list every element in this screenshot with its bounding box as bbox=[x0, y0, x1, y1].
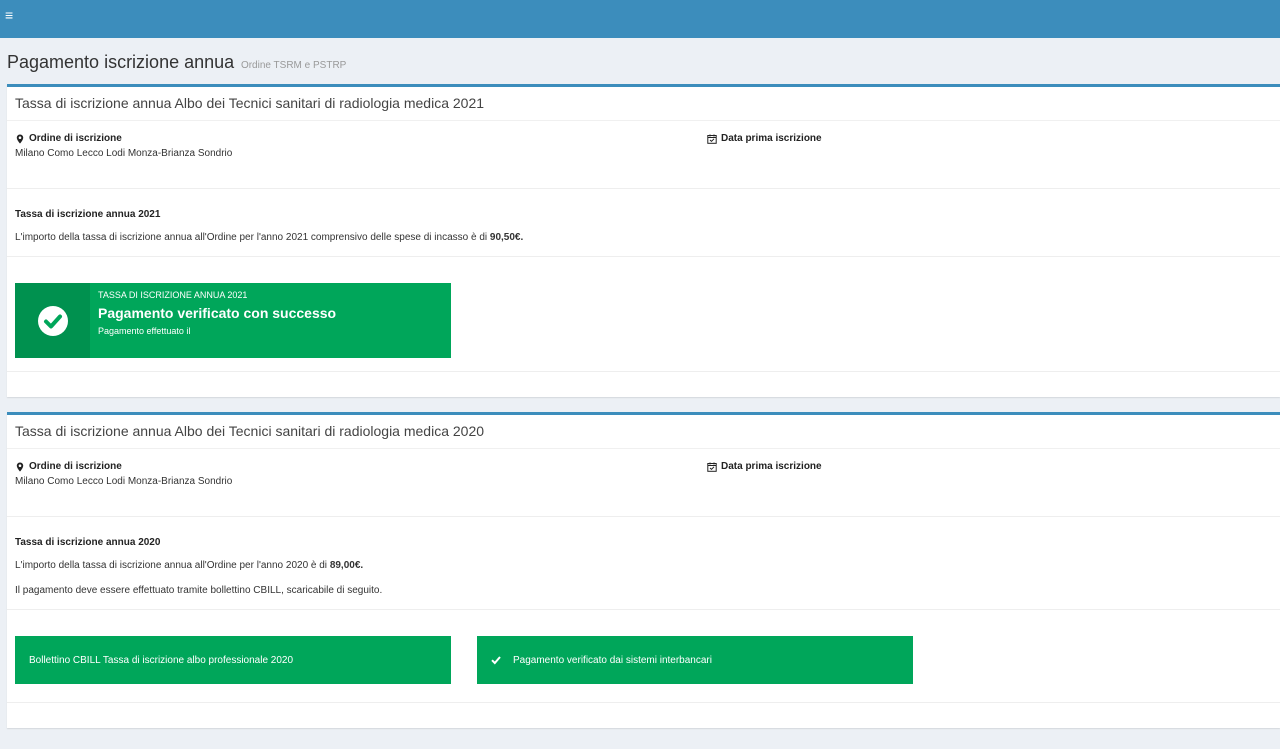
fee-instructions: Il pagamento deve essere effettuato tram… bbox=[15, 585, 383, 596]
success-text: TASSA DI ISCRIZIONE ANNUA 2021 Pagamento… bbox=[90, 283, 336, 358]
data-iscrizione-column: Data prima iscrizione bbox=[707, 133, 822, 144]
cbill-download-button[interactable]: Bollettino CBILL Tassa di iscrizione alb… bbox=[15, 636, 451, 684]
success-caption: TASSA DI ISCRIZIONE ANNUA 2021 bbox=[98, 290, 248, 300]
success-title: Pagamento verificato con successo bbox=[98, 305, 337, 321]
page-subtitle: Ordine TSRM e PSTRP bbox=[240, 60, 347, 71]
data-iscrizione-label: Data prima iscrizione bbox=[707, 461, 822, 472]
box-title: Tassa di iscrizione annua Albo dei Tecni… bbox=[7, 87, 1280, 121]
check-circle-icon bbox=[37, 305, 68, 336]
fee-description: L'importo della tassa di iscrizione annu… bbox=[15, 560, 1272, 571]
fee-description: L'importo della tassa di iscrizione annu… bbox=[15, 232, 1272, 243]
registration-info-row: Ordine di iscrizione Milano Como Lecco L… bbox=[7, 449, 1280, 517]
ordine-column: Ordine di iscrizione Milano Como Lecco L… bbox=[15, 133, 232, 159]
divider bbox=[7, 371, 1280, 372]
ordine-label: Ordine di iscrizione bbox=[15, 461, 232, 472]
fee-text-prefix: L'importo della tassa di iscrizione annu… bbox=[15, 560, 330, 571]
data-iscrizione-label-text: Data prima iscrizione bbox=[721, 133, 822, 144]
ordine-value: Milano Como Lecco Lodi Monza-Brianza Son… bbox=[15, 476, 233, 487]
page-header: Pagamento iscrizione annua Ordine TSRM e… bbox=[7, 52, 346, 74]
page-title: Pagamento iscrizione annua bbox=[7, 52, 235, 72]
map-marker-icon bbox=[16, 134, 24, 143]
fee-box-2021: Tassa di iscrizione annua Albo dei Tecni… bbox=[7, 84, 1280, 397]
map-marker-icon bbox=[16, 462, 24, 471]
verified-button-label: Pagamento verificato dai sistemi interba… bbox=[513, 654, 712, 666]
fee-info: Tassa di iscrizione annua 2021 L'importo… bbox=[7, 189, 1280, 256]
calendar-check-icon bbox=[707, 134, 717, 144]
payment-verified-button[interactable]: Pagamento verificato dai sistemi interba… bbox=[477, 636, 913, 684]
cbill-button-label: Bollettino CBILL Tassa di iscrizione alb… bbox=[29, 654, 294, 666]
payment-success-box: TASSA DI ISCRIZIONE ANNUA 2021 Pagamento… bbox=[15, 283, 451, 358]
fee-text-prefix: L'importo della tassa di iscrizione annu… bbox=[15, 232, 490, 243]
data-iscrizione-column: Data prima iscrizione bbox=[707, 461, 822, 472]
divider bbox=[7, 702, 1280, 703]
registration-info-row: Ordine di iscrizione Milano Como Lecco L… bbox=[7, 121, 1280, 189]
fee-box-2020: Tassa di iscrizione annua Albo dei Tecni… bbox=[7, 412, 1280, 728]
top-navbar: ≡ bbox=[0, 0, 1280, 38]
success-icon-area bbox=[15, 283, 90, 358]
ordine-column: Ordine di iscrizione Milano Como Lecco L… bbox=[15, 461, 232, 487]
fee-info: Tassa di iscrizione annua 2020 L'importo… bbox=[7, 517, 1280, 609]
ordine-label-text: Ordine di iscrizione bbox=[29, 133, 122, 144]
ordine-value: Milano Como Lecco Lodi Monza-Brianza Son… bbox=[15, 148, 233, 159]
data-iscrizione-label-text: Data prima iscrizione bbox=[721, 461, 822, 472]
fee-amount: 89,00€. bbox=[329, 560, 364, 571]
fee-title: Tassa di iscrizione annua 2020 bbox=[15, 537, 161, 548]
hamburger-menu-icon[interactable]: ≡ bbox=[5, 8, 19, 22]
divider bbox=[7, 256, 1280, 257]
data-iscrizione-label: Data prima iscrizione bbox=[707, 133, 822, 144]
ordine-label-text: Ordine di iscrizione bbox=[29, 461, 122, 472]
divider bbox=[7, 609, 1280, 610]
fee-title: Tassa di iscrizione annua 2021 bbox=[15, 209, 161, 220]
fee-amount: 90,50€. bbox=[489, 232, 524, 243]
box-title: Tassa di iscrizione annua Albo dei Tecni… bbox=[7, 415, 1280, 449]
check-icon bbox=[491, 656, 501, 665]
success-date: Pagamento effettuato il bbox=[98, 326, 191, 336]
ordine-label: Ordine di iscrizione bbox=[15, 133, 232, 144]
calendar-check-icon bbox=[707, 462, 717, 472]
